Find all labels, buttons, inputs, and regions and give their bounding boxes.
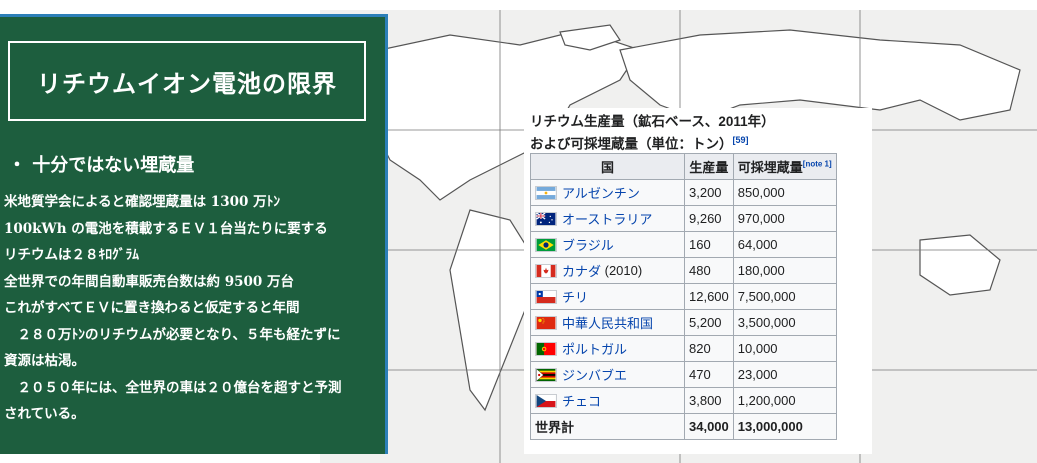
country-link[interactable]: ジンバブエ [562,368,627,383]
country-link[interactable]: カナダ [562,264,601,279]
production-cell: 9,260 [684,205,734,232]
table-row: チェコ 3,800 1,200,000 [530,387,837,414]
table-row: 中華人民共和国 5,200 3,500,000 [530,309,837,336]
table-header-row: 国 生産量 可採埋蔵量[note 1] [530,153,837,180]
argentina-flag-icon [535,185,557,200]
bullet-heading: ・ 十分ではない埋蔵量 [8,155,195,176]
body-text: 米地質学会によると確認埋蔵量は 1300 万ﾄﾝ 100kWh の電池を積載する… [4,189,384,428]
body-line: これがすべてＥＶに置き換わると仮定すると年間 [4,300,300,316]
reserves-cell: 970,000 [732,205,837,232]
country-cell: ジンバブエ [530,361,685,388]
body-line: ２０５０年には、全世界の車は２０億台を超すと予測 [4,379,342,396]
portugal-flag-icon [535,341,557,356]
zimbabwe-flag-icon [535,367,557,382]
reserves-cell: 1,200,000 [732,387,837,414]
body-line: 全世界での年間自動車販売台数は約 9500 万台 [4,273,294,290]
reserves-cell: 23,000 [732,361,837,388]
country-link[interactable]: ポルトガル [562,342,627,357]
header-production: 生産量 [684,153,734,180]
total-label-cell: 世界計 [530,413,685,440]
reserves-cell: 180,000 [732,257,837,284]
reserves-cell: 64,000 [732,231,837,258]
country-cell: カナダ (2010) [530,257,685,284]
production-cell: 470 [684,361,734,388]
reserves-cell: 10,000 [732,335,837,362]
slide-panel: リチウムイオン電池の限界 ・ 十分ではない埋蔵量 米地質学会によると確認埋蔵量は… [0,14,388,454]
country-cell: チェコ [530,387,685,414]
reference-link[interactable]: [59] [733,135,749,145]
lithium-table-box: リチウム生産量（鉱石ベース、2011年） および可採埋蔵量（単位：トン）[59]… [524,108,872,454]
production-cell: 480 [684,257,734,284]
country-cell: ポルトガル [530,335,685,362]
country-cell: 中華人民共和国 [530,309,685,336]
country-link[interactable]: チェコ [562,394,601,409]
country-cell: アルゼンチン [530,179,685,206]
table-row: カナダ (2010) 480 180,000 [530,257,837,284]
reserves-cell: 3,500,000 [732,309,837,336]
table-caption: リチウム生産量（鉱石ベース、2011年） および可採埋蔵量（単位：トン）[59] [530,112,775,154]
czech-flag-icon [535,393,557,408]
country-link[interactable]: ブラジル [562,238,614,253]
chile-flag-icon [535,289,557,304]
caption-line-2: および可採埋蔵量（単位：トン）[59] [530,135,749,152]
reserves-cell: 7,500,000 [732,283,837,310]
body-line: されている。 [4,406,85,422]
header-reserves: 可採埋蔵量[note 1] [732,153,837,180]
china-flag-icon [535,315,557,330]
total-reserves-cell: 13,000,000 [732,413,837,440]
body-line: 100kWh の電池を積載するＥＶ１台当たりに要する [4,220,328,237]
production-cell: 3,200 [684,179,734,206]
table-total-row: 世界計 34,000 13,000,000 [530,413,837,440]
australia-flag-icon [535,211,557,226]
country-cell: オーストラリア [530,205,685,232]
country-link[interactable]: チリ [562,290,588,305]
body-line: ２８０万ﾄﾝのリチウムが必要となり、５年も経たずに [4,326,341,343]
total-production-cell: 34,000 [684,413,734,440]
header-country: 国 [530,153,685,180]
reserves-cell: 850,000 [732,179,837,206]
brazil-flag-icon [535,237,557,252]
canada-flag-icon [535,263,557,278]
country-link[interactable]: オーストラリア [562,212,652,227]
table-row: チリ 12,600 7,500,000 [530,283,837,310]
caption-line-1: リチウム生産量（鉱石ベース、2011年） [530,114,775,129]
body-line: 資源は枯渇。 [4,353,85,369]
production-cell: 12,600 [684,283,734,310]
country-cell: チリ [530,283,685,310]
production-cell: 3,800 [684,387,734,414]
table-row: ポルトガル 820 10,000 [530,335,837,362]
body-line: 米地質学会によると確認埋蔵量は 1300 万ﾄﾝ [4,194,281,210]
country-link[interactable]: 中華人民共和国 [562,316,653,331]
table-row: オーストラリア 9,260 970,000 [530,205,837,232]
production-cell: 160 [684,231,734,258]
country-cell: ブラジル [530,231,685,258]
table-row: ジンバブエ 470 23,000 [530,361,837,388]
slide-title: リチウムイオン電池の限界 [8,41,366,121]
note-link[interactable]: [note 1] [803,160,832,169]
country-link[interactable]: アルゼンチン [562,186,640,201]
body-line: リチウムは２８ｷﾛｸﾞﾗﾑ [4,247,139,263]
production-cell: 820 [684,335,734,362]
production-cell: 5,200 [684,309,734,336]
lithium-table: 国 生産量 可採埋蔵量[note 1] アルゼンチン 3,200 850,000 オー… [530,153,837,440]
country-year-note: (2010) [601,263,643,278]
table-row: アルゼンチン 3,200 850,000 [530,179,837,206]
table-row: ブラジル 160 64,000 [530,231,837,258]
